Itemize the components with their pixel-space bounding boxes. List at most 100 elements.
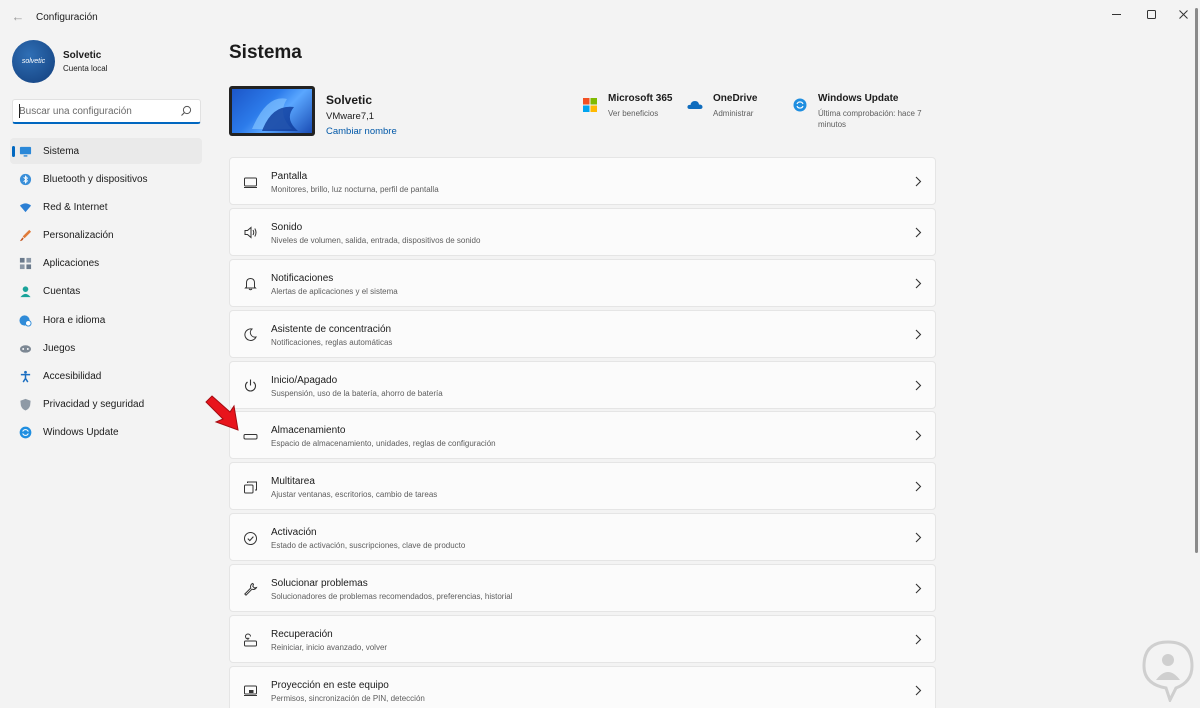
search-box[interactable] bbox=[12, 99, 201, 124]
quick-link-onedrive[interactable]: OneDrive Administrar bbox=[687, 93, 757, 119]
card-title: Notificaciones bbox=[271, 272, 334, 284]
chevron-right-icon bbox=[915, 329, 922, 340]
sidebar-item-label: Privacidad y seguridad bbox=[43, 399, 145, 411]
watermark-logo-icon bbox=[1142, 640, 1194, 702]
quick-link-sub: Administrar bbox=[713, 109, 754, 118]
speaker-icon bbox=[242, 225, 258, 241]
sidebar-item-accesibilidad[interactable]: Accesibilidad bbox=[10, 364, 202, 390]
sidebar-item-windows-update[interactable]: Windows Update bbox=[10, 420, 202, 446]
chevron-right-icon bbox=[915, 278, 922, 289]
apps-icon bbox=[18, 257, 32, 271]
quick-link-title: OneDrive bbox=[713, 93, 758, 104]
settings-card-inicio-apagado[interactable]: Inicio/Apagado Suspensión, uso de la bat… bbox=[229, 360, 936, 409]
settings-card-notificaciones[interactable]: Notificaciones Alertas de aplicaciones y… bbox=[229, 258, 936, 307]
multitask-icon bbox=[242, 479, 258, 495]
person-icon bbox=[18, 285, 32, 299]
red-arrow-annotation-icon bbox=[205, 395, 239, 431]
avatar-text: solvetic bbox=[21, 58, 46, 65]
card-subtitle: Estado de activación, suscripciones, cla… bbox=[271, 541, 466, 551]
chevron-right-icon bbox=[915, 583, 922, 594]
settings-card-pantalla[interactable]: Pantalla Monitores, brillo, luz nocturna… bbox=[229, 157, 936, 205]
card-subtitle: Monitores, brillo, luz nocturna, perfil … bbox=[271, 185, 439, 194]
settings-card-asistente-concentracion[interactable]: Asistente de concentración Notificacione… bbox=[229, 309, 936, 358]
sidebar-item-label: Aplicaciones bbox=[43, 258, 100, 270]
card-title: Inicio/Apagado bbox=[271, 374, 338, 386]
settings-card-proyeccion[interactable]: Proyección en este equipo Permisos, sinc… bbox=[229, 665, 936, 708]
search-icon[interactable] bbox=[180, 105, 192, 117]
card-subtitle: Solucionadores de problemas recomendados… bbox=[271, 592, 513, 602]
sidebar-item-juegos[interactable]: Juegos bbox=[10, 335, 202, 361]
close-icon bbox=[1178, 9, 1188, 19]
moon-icon bbox=[242, 327, 258, 343]
sidebar-item-sistema[interactable]: Sistema bbox=[10, 138, 202, 164]
sidebar-item-privacidad[interactable]: Privacidad y seguridad bbox=[10, 392, 202, 418]
card-subtitle: Espacio de almacenamiento, unidades, reg… bbox=[271, 439, 496, 449]
quick-link-microsoft-365[interactable]: Microsoft 365 Ver beneficios bbox=[582, 93, 672, 119]
sidebar-item-bluetooth[interactable]: Bluetooth y dispositivos bbox=[10, 166, 202, 192]
card-title: Multitarea bbox=[271, 476, 315, 488]
page-title: Sistema bbox=[229, 42, 302, 63]
sidebar-item-label: Windows Update bbox=[43, 427, 119, 439]
settings-list: Pantalla Monitores, brillo, luz nocturna… bbox=[229, 157, 936, 708]
card-subtitle: Ajustar ventanas, escritorios, cambio de… bbox=[271, 490, 438, 500]
sidebar-item-label: Personalización bbox=[43, 230, 114, 242]
sidebar-item-hora-idioma[interactable]: Hora e idioma bbox=[10, 307, 202, 333]
globe-clock-icon bbox=[18, 313, 32, 327]
user-profile[interactable]: solvetic Solvetic Cuenta local bbox=[12, 40, 107, 83]
settings-card-solucionar-problemas[interactable]: Solucionar problemas Solucionadores de p… bbox=[229, 564, 936, 613]
card-title: Activación bbox=[271, 527, 317, 539]
sidebar-item-label: Red & Internet bbox=[43, 201, 108, 213]
projection-icon bbox=[242, 683, 258, 699]
scrollbar[interactable] bbox=[1195, 8, 1198, 553]
profile-account-type: Cuenta local bbox=[63, 64, 108, 73]
sidebar-item-aplicaciones[interactable]: Aplicaciones bbox=[10, 251, 202, 277]
sidebar-item-label: Hora e idioma bbox=[43, 314, 106, 326]
sidebar-item-cuentas[interactable]: Cuentas bbox=[10, 279, 202, 305]
search-input[interactable] bbox=[19, 104, 179, 119]
sidebar-item-label: Bluetooth y dispositivos bbox=[43, 173, 148, 185]
card-subtitle: Reiniciar, inicio avanzado, volver bbox=[271, 643, 388, 653]
maximize-icon bbox=[1146, 9, 1156, 19]
windows-bloom-wallpaper-icon bbox=[252, 98, 298, 131]
back-arrow-icon[interactable]: ← bbox=[8, 8, 28, 26]
chevron-right-icon bbox=[915, 481, 922, 492]
rename-link[interactable]: Cambiar nombre bbox=[326, 126, 397, 137]
card-title: Proyección en este equipo bbox=[271, 679, 389, 691]
card-subtitle: Niveles de volumen, salida, entrada, dis… bbox=[271, 235, 481, 245]
settings-card-almacenamiento[interactable]: Almacenamiento Espacio de almacenamiento… bbox=[229, 411, 936, 460]
chevron-right-icon bbox=[915, 380, 922, 390]
microsoft-logo-icon bbox=[582, 97, 598, 113]
card-title: Asistente de concentración bbox=[271, 323, 392, 335]
settings-card-recuperacion[interactable]: Recuperación Reiniciar, inicio avanzado,… bbox=[229, 615, 936, 664]
sidebar-item-label: Accesibilidad bbox=[43, 371, 102, 382]
maximize-button[interactable] bbox=[1134, 4, 1168, 24]
sidebar-nav: Sistema Bluetooth y dispositivos Red & I… bbox=[10, 138, 202, 448]
card-title: Pantalla bbox=[271, 171, 308, 182]
wrench-icon bbox=[242, 581, 258, 597]
update-icon bbox=[792, 97, 808, 113]
sidebar-item-label: Cuentas bbox=[43, 286, 81, 298]
title-bar: ← Configuración bbox=[0, 0, 1200, 34]
check-circle-icon bbox=[242, 530, 258, 546]
chevron-right-icon bbox=[915, 685, 922, 696]
settings-card-activacion[interactable]: Activación Estado de activación, suscrip… bbox=[229, 513, 936, 562]
sidebar-item-red-internet[interactable]: Red & Internet bbox=[10, 194, 202, 220]
chevron-right-icon bbox=[915, 634, 922, 645]
sidebar-item-personalizacion[interactable]: Personalización bbox=[10, 223, 202, 249]
quick-link-title: Windows Update bbox=[818, 93, 899, 104]
shield-icon bbox=[18, 398, 32, 412]
bluetooth-icon bbox=[18, 172, 32, 186]
quick-link-windows-update[interactable]: Windows Update Última comprobación: hace… bbox=[792, 93, 938, 130]
display-icon bbox=[242, 174, 258, 190]
system-icon bbox=[18, 144, 32, 158]
profile-name: Solvetic bbox=[63, 50, 102, 61]
device-info: Solvetic VMware7,1 Cambiar nombre bbox=[229, 86, 397, 137]
card-title: Almacenamiento bbox=[271, 425, 346, 437]
chevron-right-icon bbox=[915, 532, 922, 543]
card-subtitle: Permisos, sincronización de PIN, detecci… bbox=[271, 693, 425, 703]
recovery-icon bbox=[242, 632, 258, 648]
minimize-button[interactable] bbox=[1099, 4, 1133, 24]
settings-card-sonido[interactable]: Sonido Niveles de volumen, salida, entra… bbox=[229, 207, 936, 256]
settings-card-multitarea[interactable]: Multitarea Ajustar ventanas, escritorios… bbox=[229, 462, 936, 511]
card-title: Recuperación bbox=[271, 629, 333, 641]
